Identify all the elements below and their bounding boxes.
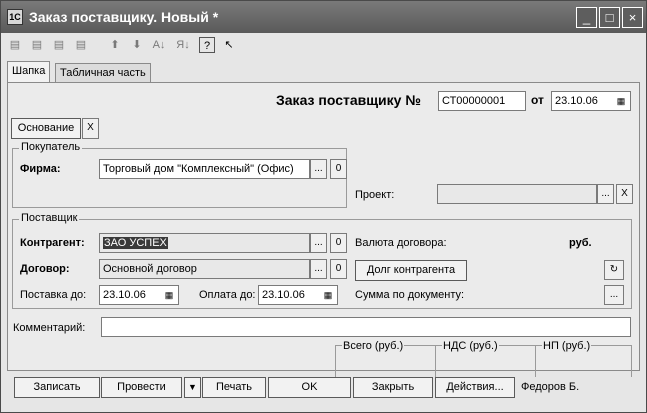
firm-field[interactable]: Торговый дом "Комплексный" (Офис) — [99, 159, 310, 179]
window-title: Заказ поставщику. Новый * — [29, 9, 219, 25]
total-cell: Всего (руб.) — [335, 340, 435, 377]
maximize-button[interactable]: □ — [599, 7, 620, 28]
firm-open-button[interactable]: 0 — [330, 159, 347, 179]
vat-label: НДС (руб.) — [442, 340, 499, 352]
contract-open-button[interactable]: 0 — [330, 259, 347, 279]
doc-date-field[interactable]: 23.10.06 ▦ — [551, 91, 631, 111]
vat-cell: НДС (руб.) — [435, 340, 535, 377]
counterparty-label: Контрагент: — [20, 237, 85, 249]
close-window-button[interactable]: × — [622, 7, 643, 28]
tab-header[interactable]: Шапка — [7, 61, 51, 82]
counterparty-field[interactable]: ЗАО УСПЕХ — [99, 233, 310, 253]
user-name: Федоров Б. — [521, 381, 580, 393]
sort-desc-icon[interactable]: Я↓ — [175, 37, 191, 53]
supplier-group-label: Поставщик — [19, 212, 80, 224]
currency-value: руб. — [569, 237, 592, 249]
sort-asc-icon[interactable]: A↓ — [151, 37, 167, 53]
supplier-group: Поставщик Контрагент: ЗАО УСПЕХ ... 0 До… — [12, 212, 632, 309]
edit-row-icon[interactable]: ▤ — [73, 37, 89, 53]
currency-label: Валюта договора: — [355, 237, 447, 249]
actions-button[interactable]: Действия... — [435, 377, 515, 398]
total-label: Всего (руб.) — [342, 340, 405, 352]
delete-row-icon[interactable]: ▤ — [51, 37, 67, 53]
add-row-icon[interactable]: ▤ — [7, 37, 23, 53]
title-bar[interactable]: 1С Заказ поставщику. Новый * _ □ × — [1, 1, 646, 33]
ok-button[interactable]: OK — [268, 377, 351, 398]
np-label: НП (руб.) — [542, 340, 592, 352]
app-icon: 1С — [7, 9, 23, 25]
minimize-button[interactable]: _ — [576, 7, 597, 28]
close-button[interactable]: Закрыть — [353, 377, 433, 398]
basis-button[interactable]: Основание — [11, 118, 81, 139]
doc-sum-button[interactable]: ... — [604, 285, 624, 305]
counterparty-debt-button[interactable]: Долг контрагента — [355, 260, 467, 281]
delivery-date-value: 23.10.06 — [103, 289, 146, 301]
counterparty-value: ЗАО УСПЕХ — [103, 237, 168, 249]
totals-panel: Всего (руб.) НДС (руб.) НП (руб.) — [335, 340, 632, 377]
doc-number-field[interactable]: СТ00000001 — [438, 91, 526, 111]
doc-title: Заказ поставщику № — [276, 92, 421, 108]
save-button[interactable]: Записать — [14, 377, 100, 398]
comment-field[interactable] — [101, 317, 631, 337]
doc-date-value: 23.10.06 — [555, 95, 598, 107]
contract-label: Договор: — [20, 263, 70, 275]
payment-date-value: 23.10.06 — [262, 289, 305, 301]
basis-clear-button[interactable]: X — [82, 118, 99, 139]
select-icon[interactable]: ↖ — [221, 37, 237, 53]
print-button[interactable]: Печать — [202, 377, 266, 398]
buyer-group: Покупатель Фирма: Торговый дом "Комплекс… — [12, 141, 347, 208]
firm-select-button[interactable]: ... — [310, 159, 327, 179]
delivery-date-field[interactable]: 23.10.06 ▦ — [99, 285, 179, 305]
doc-sum-label: Сумма по документу: — [355, 289, 465, 301]
np-cell: НП (руб.) — [535, 340, 632, 377]
delivery-label: Поставка до: — [20, 289, 87, 301]
project-field[interactable] — [437, 184, 597, 204]
firm-label: Фирма: — [20, 163, 61, 175]
project-clear-button[interactable]: X — [616, 184, 633, 204]
copy-row-icon[interactable]: ▤ — [29, 37, 45, 53]
header-panel: Заказ поставщику № СТ00000001 от 23.10.0… — [7, 82, 640, 377]
refresh-icon[interactable]: ↻ — [604, 260, 624, 280]
move-down-icon[interactable]: ⬇ — [129, 37, 145, 53]
payment-label: Оплата до: — [199, 289, 256, 301]
document-window: 1С Заказ поставщику. Новый * _ □ × ▤ ▤ ▤… — [0, 0, 647, 413]
tab-table-part[interactable]: Табличная часть — [55, 63, 151, 82]
contract-select-button[interactable]: ... — [310, 259, 327, 279]
buyer-group-label: Покупатель — [19, 141, 83, 153]
calendar-icon[interactable]: ▦ — [320, 287, 336, 304]
calendar-icon[interactable]: ▦ — [613, 93, 629, 110]
contract-field[interactable]: Основной договор — [99, 259, 310, 279]
payment-date-field[interactable]: 23.10.06 ▦ — [258, 285, 338, 305]
help-icon[interactable]: ? — [199, 37, 215, 53]
project-select-button[interactable]: ... — [597, 184, 614, 204]
post-menu-button[interactable]: ▼ — [184, 377, 201, 398]
post-button[interactable]: Провести — [101, 377, 182, 398]
counterparty-open-button[interactable]: 0 — [330, 233, 347, 253]
calendar-icon[interactable]: ▦ — [161, 287, 177, 304]
comment-label: Комментарий: — [13, 322, 86, 334]
move-up-icon[interactable]: ⬆ — [107, 37, 123, 53]
counterparty-select-button[interactable]: ... — [310, 233, 327, 253]
project-label: Проект: — [355, 189, 395, 201]
date-label: от — [531, 93, 544, 107]
